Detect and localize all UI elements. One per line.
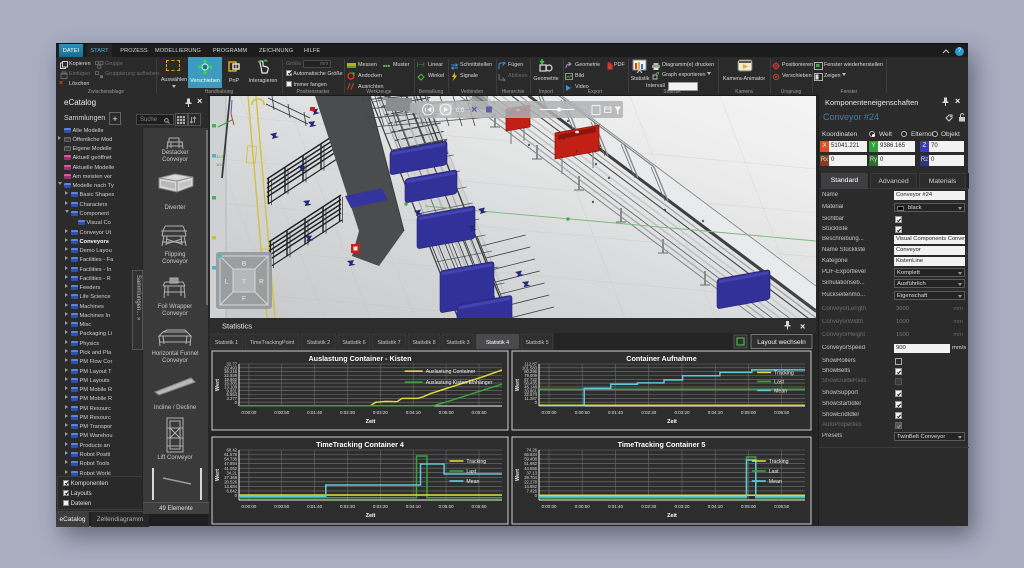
svg-text:0:05:50: 0:05:50 — [774, 410, 790, 415]
svg-text:×: × — [800, 322, 805, 332]
svg-text:Statistik 1: Statistik 1 — [215, 340, 238, 346]
svg-text:10.0: 10.0 — [216, 162, 225, 167]
svg-text:0:00:50: 0:00:50 — [274, 410, 290, 415]
svg-text:0:05:50: 0:05:50 — [471, 410, 487, 415]
svg-text:Wert: Wert — [215, 379, 221, 391]
svg-text:0:03:20: 0:03:20 — [674, 410, 690, 415]
svg-text:F: F — [242, 296, 246, 303]
svg-text:0:04:10: 0:04:10 — [406, 410, 422, 415]
svg-text:L: L — [225, 279, 229, 286]
svg-text:Zeit: Zeit — [667, 419, 677, 425]
svg-text:Auslastung Container - Kisten: Auslastung Container - Kisten — [308, 354, 411, 363]
svg-text:0:01:40: 0:01:40 — [307, 504, 323, 509]
svg-text:Statistik 3: Statistik 3 — [446, 340, 469, 346]
svg-text:0:0: 0:0 — [456, 108, 465, 114]
svg-text:0:05:00: 0:05:00 — [741, 504, 757, 509]
svg-text:Tracking: Tracking — [466, 459, 486, 465]
svg-text:TimeTracking Container 5: TimeTracking Container 5 — [618, 440, 706, 449]
svg-text:0:03:20: 0:03:20 — [674, 504, 690, 509]
svg-text:0:00:00: 0:00:00 — [541, 504, 557, 509]
svg-text:Zeit: Zeit — [366, 513, 376, 519]
svg-text:Auslastung Container: Auslastung Container — [426, 369, 476, 375]
svg-text:0:03:20: 0:03:20 — [373, 410, 389, 415]
svg-text:Tracking: Tracking — [774, 370, 794, 376]
svg-text:Statistik 8: Statistik 8 — [412, 340, 435, 346]
svg-text:Tracking: Tracking — [769, 459, 789, 465]
svg-text:0:05:00: 0:05:00 — [741, 410, 757, 415]
svg-text:Last: Last — [466, 469, 476, 475]
svg-text:Zeit: Zeit — [667, 513, 677, 519]
svg-text:Statistik 6: Statistik 6 — [342, 340, 365, 346]
svg-text:Statistik 5: Statistik 5 — [525, 340, 548, 346]
svg-text:Statistik 4: Statistik 4 — [486, 340, 509, 346]
svg-text:0:00:00: 0:00:00 — [241, 410, 257, 415]
svg-text:0:04:10: 0:04:10 — [708, 504, 724, 509]
svg-text:Zeit: Zeit — [366, 419, 376, 425]
svg-text:R: R — [259, 279, 264, 286]
svg-text:0:02:30: 0:02:30 — [340, 504, 356, 509]
svg-text:Auslastung Kisten Einhänger: Auslastung Kisten Einhänger — [426, 380, 493, 386]
svg-text:Statistik 2: Statistik 2 — [307, 340, 330, 346]
svg-text:Mean: Mean — [466, 479, 479, 485]
svg-text:Last: Last — [769, 469, 779, 475]
svg-text:0:05:00: 0:05:00 — [439, 410, 455, 415]
svg-text:0:01:40: 0:01:40 — [608, 504, 624, 509]
svg-text:Container Aufnahme: Container Aufnahme — [626, 354, 696, 363]
svg-text:Mean: Mean — [774, 388, 787, 394]
svg-text:Mean: Mean — [769, 479, 782, 485]
svg-text:Statistics: Statistics — [222, 322, 252, 331]
svg-text:0:04:10: 0:04:10 — [708, 410, 724, 415]
svg-text:Wert: Wert — [215, 469, 221, 481]
svg-text:0:05:50: 0:05:50 — [471, 504, 487, 509]
svg-text:B: B — [242, 261, 246, 268]
svg-text:TimeTrackingPoint: TimeTrackingPoint — [250, 340, 295, 346]
svg-text:0:00:50: 0:00:50 — [575, 410, 591, 415]
svg-text:0:00:00: 0:00:00 — [541, 410, 557, 415]
svg-text:0:00:00: 0:00:00 — [241, 504, 257, 509]
svg-text:0:01:40: 0:01:40 — [307, 410, 323, 415]
svg-text:0:05:00: 0:05:00 — [439, 504, 455, 509]
svg-text:0:00:50: 0:00:50 — [575, 504, 591, 509]
svg-text:Statistik 7: Statistik 7 — [377, 340, 400, 346]
svg-text:T: T — [242, 279, 246, 286]
svg-text:0:02:30: 0:02:30 — [641, 504, 657, 509]
svg-text:0:03:20: 0:03:20 — [373, 504, 389, 509]
svg-text:Last: Last — [774, 379, 784, 385]
svg-text:0:01:40: 0:01:40 — [608, 410, 624, 415]
svg-text:Wert: Wert — [515, 379, 521, 391]
svg-text:0:04:10: 0:04:10 — [406, 504, 422, 509]
svg-text:0:00:50: 0:00:50 — [274, 504, 290, 509]
svg-text:0:05:50: 0:05:50 — [774, 504, 790, 509]
svg-text:0:02:30: 0:02:30 — [641, 410, 657, 415]
svg-text:Layout wechseln: Layout wechseln — [757, 339, 806, 346]
svg-text:12.5: 12.5 — [216, 154, 225, 159]
svg-text:TimeTracking Container 4: TimeTracking Container 4 — [316, 440, 404, 449]
svg-text:Wert: Wert — [515, 469, 521, 481]
svg-text:0:02:30: 0:02:30 — [340, 410, 356, 415]
